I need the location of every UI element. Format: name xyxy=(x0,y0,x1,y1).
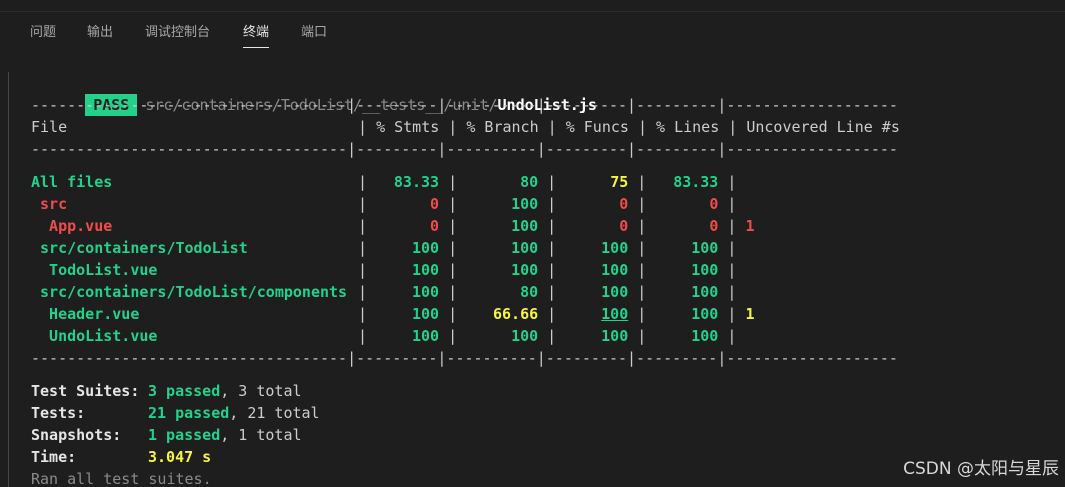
row-lines: 100 xyxy=(691,261,719,279)
table-row: src/containers/TodoList/components | 100 … xyxy=(31,283,746,301)
row-file: src/containers/TodoList/components xyxy=(31,283,348,301)
row-funcs: 100 xyxy=(601,327,629,345)
table-divider: -----------------------------------|----… xyxy=(31,140,898,158)
row-file: App.vue xyxy=(31,217,113,235)
row-lines: 100 xyxy=(691,327,719,345)
table-divider: -----------------------------------|----… xyxy=(31,96,898,114)
table-row: src/containers/TodoList | 100 | 100 | 100… xyxy=(31,239,746,257)
header-branch: % Branch xyxy=(466,118,539,136)
row-stmts: 100 xyxy=(411,305,440,323)
header-stmts: % Stmts xyxy=(376,118,440,136)
summary-time-value: 3.047 s xyxy=(148,448,212,466)
summary-total: , 3 total xyxy=(220,382,302,400)
row-lines: 83.33 xyxy=(673,173,719,191)
row-lines: 0 xyxy=(709,217,719,235)
row-funcs: 100 xyxy=(601,261,629,279)
row-branch: 100 xyxy=(511,327,539,345)
row-file: src xyxy=(31,195,68,213)
header-lines: % Lines xyxy=(656,118,720,136)
row-lines: 100 xyxy=(691,283,719,301)
header-uncovered: Uncovered Line #s xyxy=(746,118,900,136)
tab-problems[interactable]: 问题 xyxy=(30,24,56,42)
summary-tests: Tests: 21 passed, 21 total xyxy=(31,402,320,424)
table-divider: -----------------------------------|----… xyxy=(31,349,898,367)
row-file: All files xyxy=(31,173,113,191)
summary-passed: 3 passed xyxy=(148,382,221,400)
row-stmts: 100 xyxy=(411,327,440,345)
summary-total: , 1 total xyxy=(220,426,302,444)
summary-label: Tests: xyxy=(31,404,86,422)
watermark: CSDN @太阳与星辰 xyxy=(903,459,1059,479)
row-branch: 66.66 xyxy=(493,305,539,323)
row-branch: 100 xyxy=(511,239,539,257)
row-lines: 0 xyxy=(709,195,719,213)
row-branch: 100 xyxy=(511,261,539,279)
summary-footer: Ran all test suites. xyxy=(31,470,212,487)
summary-passed: 1 passed xyxy=(148,426,221,444)
row-stmts: 0 xyxy=(430,217,440,235)
row-branch: 100 xyxy=(511,195,539,213)
row-funcs: 0 xyxy=(619,195,629,213)
row-stmts: 0 xyxy=(430,195,440,213)
summary-snapshots: Snapshots: 1 passed, 1 total xyxy=(31,424,302,446)
row-branch: 100 xyxy=(511,217,539,235)
row-funcs: 75 xyxy=(610,173,629,191)
summary-suites: Test Suites: 3 passed, 3 total xyxy=(31,380,302,402)
active-tab-indicator xyxy=(243,47,270,48)
table-row: All files | 83.33 | 80 | 75 | 83.33 | xyxy=(31,173,746,191)
header-file: File xyxy=(31,118,68,136)
test-result-line: PASS src/containers/TodoList/__tests__/un… xyxy=(31,72,597,116)
row-uncovered: 1 xyxy=(745,217,755,235)
row-funcs: 100 xyxy=(601,239,629,257)
row-file: UndoList.vue xyxy=(31,327,158,345)
tab-terminal[interactable]: 终端 xyxy=(243,24,270,48)
summary-label: Test Suites: xyxy=(31,382,140,400)
table-row: App.vue | 0 | 100 | 0 | 0 | 1 xyxy=(31,217,755,235)
row-branch: 80 xyxy=(520,283,539,301)
summary-total: , 21 total xyxy=(229,404,320,422)
tab-ports[interactable]: 端口 xyxy=(301,24,327,42)
table-row: UndoList.vue | 100 | 100 | 100 | 100 | xyxy=(31,327,746,345)
summary-passed: 21 passed xyxy=(148,404,230,422)
table-row: Header.vue | 100 | 66.66 | 100 | 100 | 1 xyxy=(31,305,755,323)
tab-output[interactable]: 输出 xyxy=(87,24,113,42)
terminal-left-gutter xyxy=(8,72,9,487)
table-row: TodoList.vue | 100 | 100 | 100 | 100 | xyxy=(31,261,746,279)
row-funcs: 100 xyxy=(601,283,629,301)
row-file: TodoList.vue xyxy=(31,261,158,279)
terminal-panel: 问题 输出 调试控制台 终端 端口 PASS src/containers/Tod… xyxy=(0,0,1065,487)
row-lines: 100 xyxy=(691,305,719,323)
row-funcs: 0 xyxy=(619,217,629,235)
row-stmts: 100 xyxy=(411,261,440,279)
row-file: src/containers/TodoList xyxy=(31,239,248,257)
row-uncovered: 1 xyxy=(745,305,755,323)
summary-label: Snapshots: xyxy=(31,426,122,444)
header-funcs: % Funcs xyxy=(565,118,629,136)
row-stmts: 83.33 xyxy=(393,173,440,191)
panel-top-border xyxy=(0,11,1065,12)
summary-label: Time: xyxy=(31,448,77,466)
summary-time: Time: 3.047 s xyxy=(31,446,211,468)
row-file: Header.vue xyxy=(31,305,140,323)
tab-debug-console[interactable]: 调试控制台 xyxy=(145,24,210,42)
row-stmts: 100 xyxy=(411,283,440,301)
row-branch: 80 xyxy=(520,173,539,191)
coverage-header-row: File | % Stmts | % Branch | % Funcs | % L… xyxy=(31,118,900,136)
row-lines: 100 xyxy=(691,239,719,257)
row-stmts: 100 xyxy=(411,239,440,257)
row-funcs: 100 xyxy=(601,305,629,323)
table-row: src | 0 | 100 | 0 | 0 | xyxy=(31,195,746,213)
